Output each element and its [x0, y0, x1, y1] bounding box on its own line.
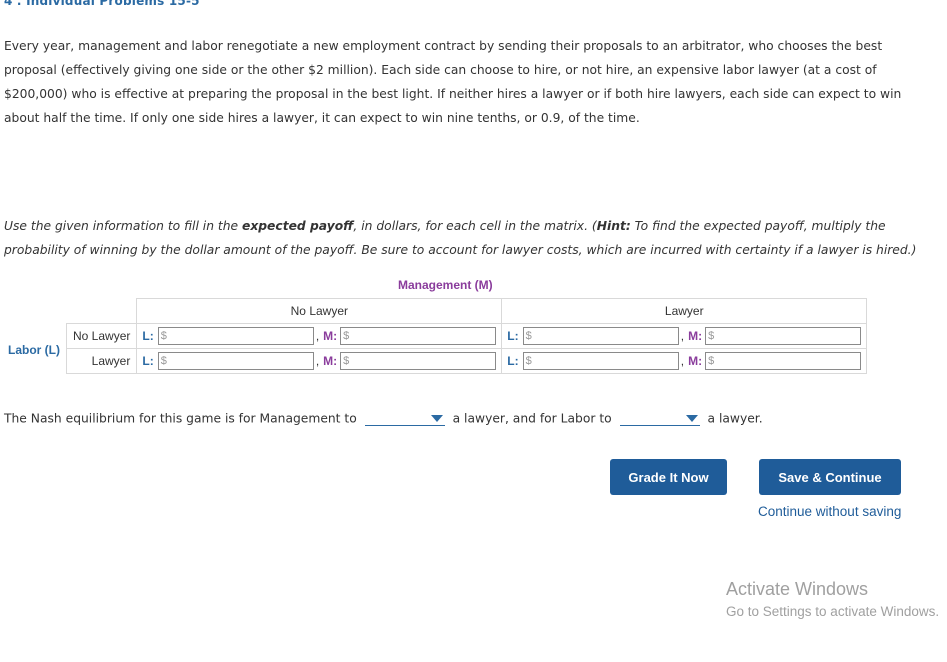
continue-without-saving-link[interactable]: Continue without saving	[758, 504, 901, 519]
m-payoff-field: $	[705, 327, 862, 345]
instruction-text: Use the given information to fill in the…	[4, 214, 924, 262]
l-payoff-input-1-0[interactable]	[166, 354, 313, 368]
separator: ,	[680, 329, 685, 343]
dropdown-arrow-icon	[430, 415, 443, 422]
l-payoff-input-1-1[interactable]	[531, 354, 678, 368]
separator: ,	[315, 329, 320, 343]
activate-windows-watermark-title: Activate Windows	[726, 579, 869, 599]
col-header-no-lawyer: No Lawyer	[136, 298, 503, 324]
problem-title: 4 . Individual Problems 15-5	[4, 0, 200, 8]
m-payoff-input-0-1[interactable]	[714, 329, 861, 343]
separator: ,	[680, 354, 685, 368]
m-label: M:	[688, 329, 703, 343]
m-payoff-field: $	[340, 352, 497, 370]
labor-choice-dropdown[interactable]	[619, 411, 700, 426]
labor-player-label: Labor (L)	[8, 343, 60, 357]
matrix-cell-lawyer-lawyer: L: $ , M: $	[501, 348, 868, 374]
m-payoff-input-0-0[interactable]	[349, 329, 496, 343]
m-label: M:	[323, 354, 338, 368]
nash-equilibrium-sentence: The Nash equilibrium for this game is fo…	[4, 411, 763, 426]
dropdown-arrow-icon	[685, 415, 698, 422]
row-header-no-lawyer: No Lawyer	[65, 323, 138, 349]
m-payoff-input-1-1[interactable]	[714, 354, 861, 368]
m-payoff-field: $	[340, 327, 497, 345]
nash-text-part3: a lawyer.	[707, 411, 763, 426]
instruction-middle: , in dollars, for each cell in the matri…	[353, 219, 597, 233]
save-and-continue-button[interactable]: Save & Continue	[759, 459, 901, 495]
l-payoff-field: $	[157, 327, 314, 345]
m-payoff-field: $	[705, 352, 862, 370]
management-player-label: Management (M)	[398, 278, 493, 292]
management-choice-dropdown[interactable]	[364, 411, 445, 426]
nash-text-part2: a lawyer, and for Labor to	[452, 411, 612, 426]
instruction-prefix: Use the given information to fill in the	[4, 219, 242, 233]
l-payoff-field: $	[157, 352, 314, 370]
l-label: L:	[507, 329, 519, 343]
l-payoff-input-0-1[interactable]	[531, 329, 678, 343]
l-label: L:	[142, 329, 154, 343]
col-header-lawyer: Lawyer	[501, 298, 868, 324]
l-payoff-field: $	[522, 352, 679, 370]
m-label: M:	[688, 354, 703, 368]
instruction-bold-hint: Hint:	[596, 219, 631, 233]
problem-statement: Every year, management and labor renegot…	[4, 39, 902, 125]
m-label: M:	[323, 329, 338, 343]
l-label: L:	[142, 354, 154, 368]
l-label: L:	[507, 354, 519, 368]
separator: ,	[315, 354, 320, 368]
activate-windows-watermark-subtitle: Go to Settings to activate Windows.	[726, 604, 940, 619]
grade-it-now-button[interactable]: Grade It Now	[610, 459, 727, 495]
matrix-cell-lawyer-nolawyer: L: $ , M: $	[136, 348, 503, 374]
instruction-bold-expected-payoff: expected payoff	[241, 219, 354, 233]
row-header-lawyer: Lawyer	[65, 348, 138, 374]
matrix-cell-nolawyer-nolawyer: L: $ , M: $	[136, 323, 503, 349]
matrix-corner	[67, 299, 137, 324]
l-payoff-input-0-0[interactable]	[166, 329, 313, 343]
matrix-cell-nolawyer-lawyer: L: $ , M: $	[501, 323, 868, 349]
page: 4 . Individual Problems 15-5 Every year,…	[0, 0, 947, 662]
m-payoff-input-1-0[interactable]	[349, 354, 496, 368]
l-payoff-field: $	[522, 327, 679, 345]
payoff-matrix: No Lawyer Lawyer No Lawyer L: $ , M: $ L…	[65, 298, 868, 374]
nash-text-part1: The Nash equilibrium for this game is fo…	[4, 411, 357, 426]
